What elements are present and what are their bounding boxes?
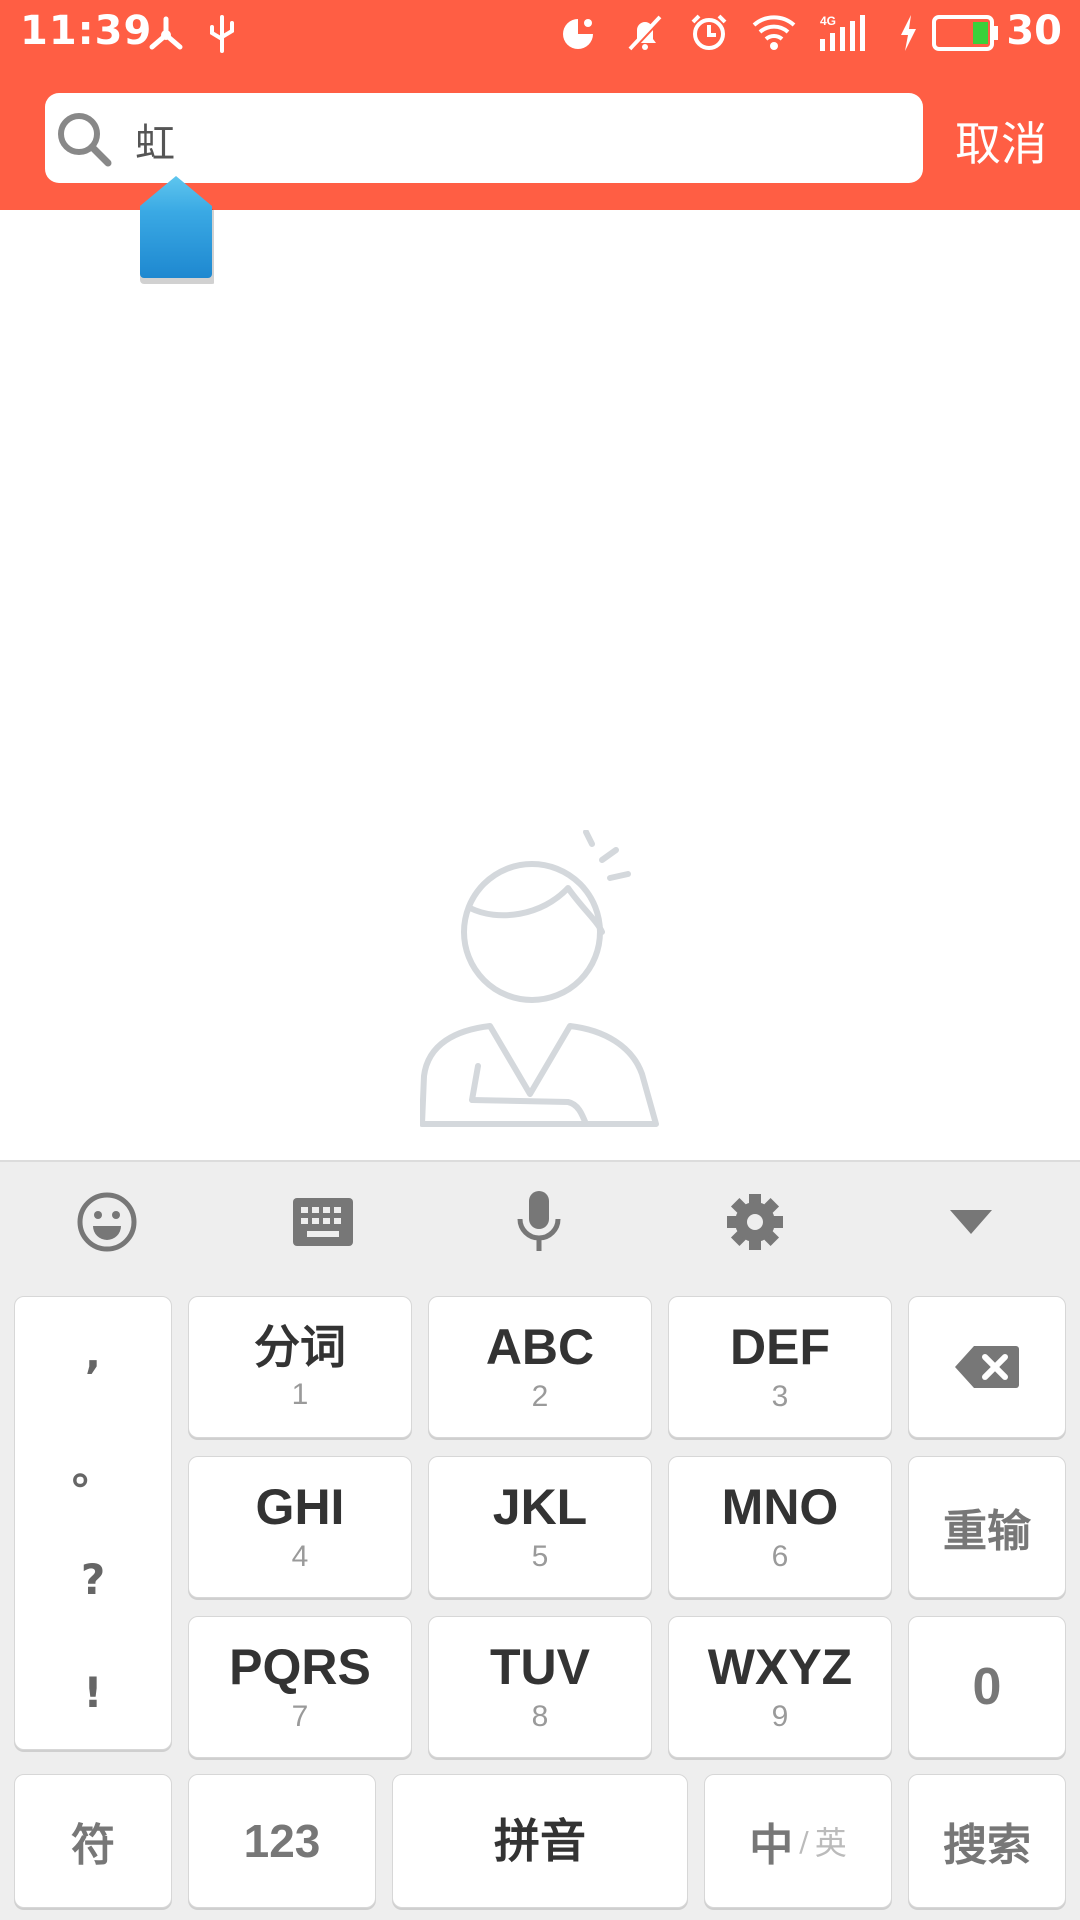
emoji-icon[interactable]: [67, 1187, 147, 1257]
key-wxyz[interactable]: WXYZ 9: [668, 1616, 892, 1758]
key-segment[interactable]: 分词 1: [188, 1296, 412, 1438]
key-mno[interactable]: MNO 6: [668, 1456, 892, 1598]
key-label: DEF: [730, 1319, 830, 1375]
zero-key[interactable]: 0: [908, 1616, 1066, 1758]
signal-4g-icon: 4G: [816, 13, 876, 53]
charging-icon: [896, 13, 920, 53]
share-icon: [146, 13, 186, 53]
battery-icon: [932, 13, 1000, 53]
punct-period-key[interactable]: 。: [15, 1410, 171, 1523]
key-label: GHI: [255, 1479, 345, 1535]
key-label: JKL: [492, 1479, 588, 1535]
key-label: ABC: [485, 1319, 595, 1375]
symbol-key[interactable]: 符: [14, 1774, 172, 1908]
key-ghi[interactable]: GHI 4: [188, 1456, 412, 1598]
backspace-icon: [955, 1346, 1019, 1388]
cursor-handle[interactable]: [138, 174, 214, 284]
ime-keyboard: , 。 ? ! 分词 1 ABC 2 DEF 3 GHI 4 JKL 5 MNO…: [0, 1160, 1080, 1920]
zero-key-label: 0: [972, 1658, 1002, 1716]
key-number: 7: [291, 1700, 309, 1733]
key-number: 2: [531, 1380, 549, 1413]
space-pinyin-key[interactable]: 拼音: [392, 1774, 688, 1908]
punct-question-key[interactable]: ?: [15, 1523, 171, 1636]
lang-secondary: 英: [814, 1824, 847, 1862]
search-value[interactable]: 虹: [135, 111, 175, 169]
punct-comma-key[interactable]: ,: [15, 1297, 171, 1410]
key-label: TUV: [490, 1639, 590, 1695]
key-label: 分词: [254, 1320, 346, 1374]
key-abc[interactable]: ABC 2: [428, 1296, 652, 1438]
alarm-icon: [688, 13, 730, 53]
space-key-label: 拼音: [494, 1814, 586, 1868]
key-jkl[interactable]: JKL 5: [428, 1456, 652, 1598]
punctuation-column: , 。 ? !: [14, 1296, 172, 1750]
keyboard-toolbar: [0, 1162, 1080, 1282]
symbol-key-label: 符: [71, 1820, 115, 1871]
status-time: 11:39: [20, 8, 153, 54]
key-number: 6: [771, 1540, 789, 1573]
key-label: WXYZ: [707, 1639, 853, 1695]
svg-text:4G: 4G: [820, 14, 836, 28]
usb-icon: [206, 13, 238, 53]
status-bar: 11:39 4G 30: [0, 0, 1080, 66]
mute-icon: [624, 13, 666, 53]
search-key[interactable]: 搜索: [908, 1774, 1066, 1908]
microphone-icon[interactable]: [499, 1187, 579, 1257]
key-def[interactable]: DEF 3: [668, 1296, 892, 1438]
search-key-label: 搜索: [943, 1820, 1031, 1871]
key-number: 5: [531, 1540, 549, 1573]
numeric-key[interactable]: 123: [188, 1774, 376, 1908]
key-pqrs[interactable]: PQRS 7: [188, 1616, 412, 1758]
search-input[interactable]: 虹: [45, 93, 923, 183]
key-number: 9: [771, 1700, 789, 1733]
key-number: 4: [291, 1540, 309, 1573]
empty-state-person-icon: [420, 830, 659, 1127]
wifi-icon: [752, 13, 796, 53]
data-saver-icon: [558, 13, 598, 53]
collapse-keyboard-icon[interactable]: [931, 1187, 1011, 1257]
numeric-key-label: 123: [243, 1815, 321, 1867]
key-number: 8: [531, 1700, 549, 1733]
battery-level: 30: [1006, 8, 1062, 54]
settings-icon[interactable]: [715, 1187, 795, 1257]
lang-primary: 中: [749, 1820, 794, 1871]
key-tuv[interactable]: TUV 8: [428, 1616, 652, 1758]
lang-separator: /: [799, 1824, 809, 1858]
cancel-button[interactable]: 取消: [955, 108, 1047, 174]
backspace-key[interactable]: [908, 1296, 1066, 1438]
reset-key-label: 重输: [943, 1506, 1031, 1557]
key-number: 3: [771, 1380, 789, 1413]
punct-exclaim-key[interactable]: !: [15, 1636, 171, 1749]
language-switch-key[interactable]: 中 / 英: [704, 1774, 892, 1908]
keyboard-icon[interactable]: [283, 1187, 363, 1257]
key-label: MNO: [721, 1479, 839, 1535]
key-number: 1: [291, 1378, 309, 1411]
search-icon: [58, 113, 112, 167]
reset-key[interactable]: 重输: [908, 1456, 1066, 1598]
key-label: PQRS: [229, 1639, 371, 1695]
